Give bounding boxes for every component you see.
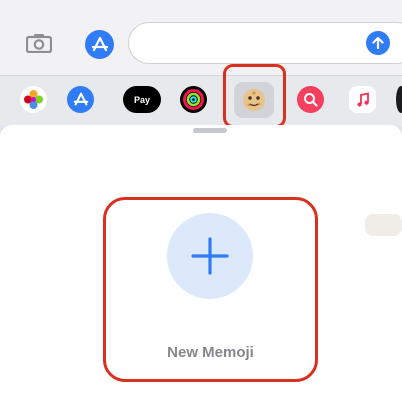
new-memoji-highlight bbox=[103, 197, 318, 382]
selected-app-highlight bbox=[223, 64, 286, 128]
camera-icon[interactable] bbox=[25, 33, 53, 54]
app-store-icon[interactable] bbox=[85, 30, 114, 59]
memoji-preview-edge bbox=[365, 214, 402, 236]
apple-pay-icon[interactable]: Pay bbox=[123, 86, 161, 113]
message-input[interactable] bbox=[128, 22, 402, 64]
activity-rings-icon[interactable] bbox=[180, 86, 207, 113]
panel-grabber[interactable] bbox=[193, 128, 227, 133]
next-app-icon[interactable] bbox=[396, 86, 402, 113]
apple-pay-label: Pay bbox=[133, 94, 150, 105]
image-search-icon[interactable] bbox=[297, 86, 324, 113]
send-arrow-icon[interactable] bbox=[366, 31, 390, 55]
app-store-icon[interactable] bbox=[67, 86, 94, 113]
photos-icon[interactable] bbox=[20, 86, 47, 113]
music-note-icon[interactable] bbox=[349, 86, 376, 113]
